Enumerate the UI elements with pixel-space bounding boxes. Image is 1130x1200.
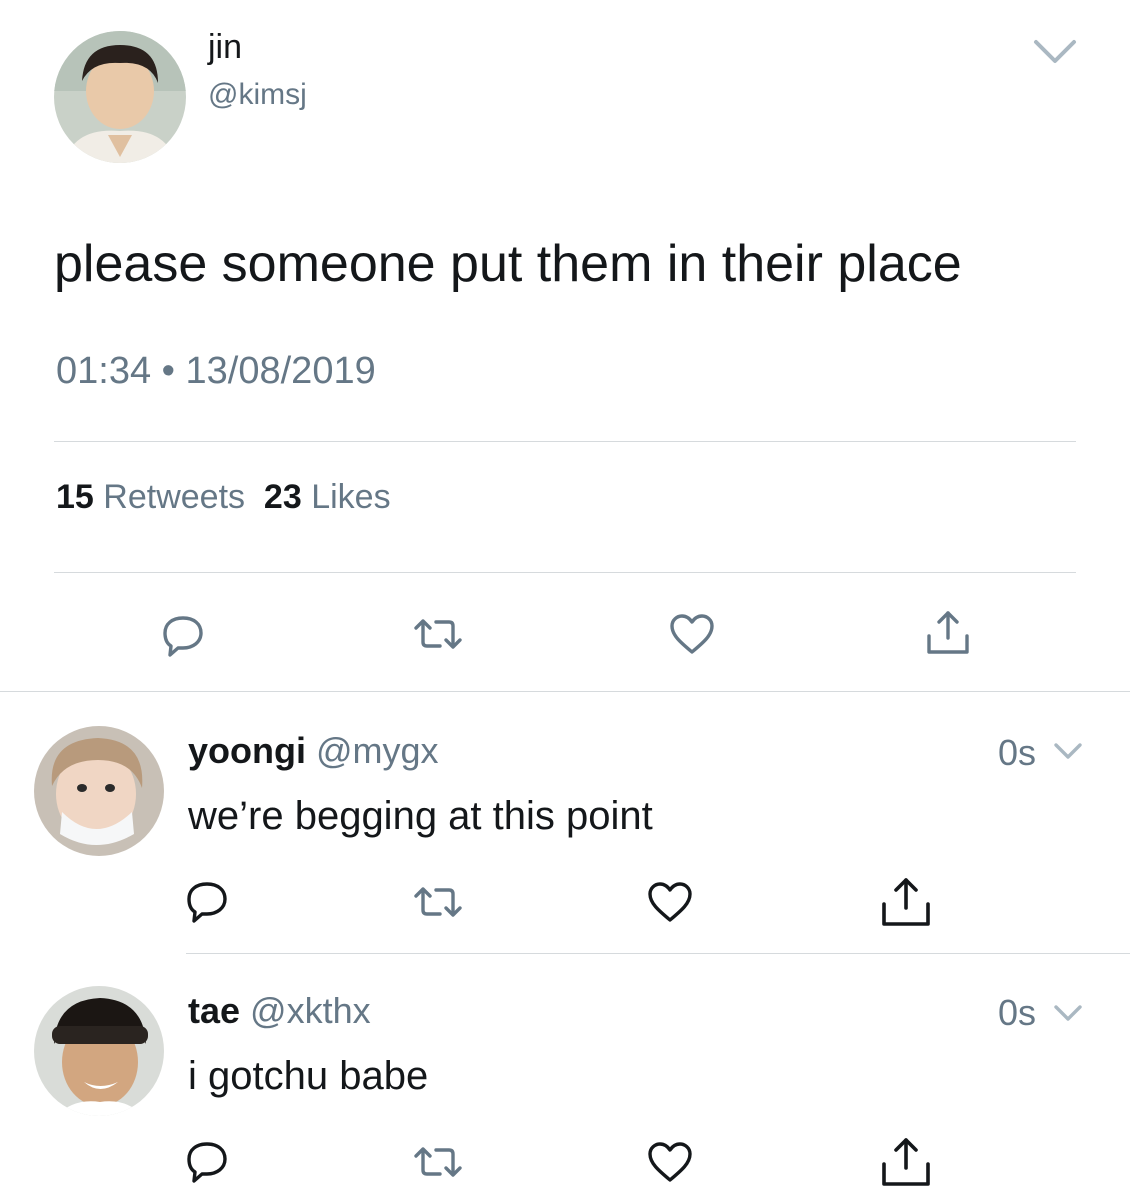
retweets-label: Retweets [103,478,246,516]
divider [54,572,1076,573]
main-handle[interactable]: @kimsj [208,78,307,112]
heart-icon[interactable] [646,1140,694,1184]
tweet-text: please someone put them in their place [54,235,962,293]
reply-display-name[interactable]: tae [188,990,240,1031]
reply-icon[interactable] [160,612,206,658]
reply-icon[interactable] [184,1138,230,1184]
reply-display-name[interactable]: yoongi [188,730,306,771]
likes-label: Likes [311,478,391,516]
divider [54,441,1076,442]
share-icon[interactable] [878,874,934,930]
main-avatar[interactable] [54,31,186,163]
reply-handle[interactable]: @mygx [316,730,439,771]
reply-avatar[interactable] [34,726,164,856]
tweet-time: 01:34 [56,350,152,392]
reply-text: i gotchu babe [188,1054,429,1098]
reply-avatar[interactable] [34,986,164,1116]
retweet-icon[interactable] [410,1142,466,1182]
retweet-icon[interactable] [410,614,466,654]
tweet-stats: 15 Retweets 23 Likes [56,478,391,517]
chevron-down-icon[interactable] [1030,34,1080,70]
reply-time: 0s [998,992,1037,1033]
timestamp-separator: • [161,350,175,392]
retweets-count: 15 [56,478,94,516]
retweets-stat[interactable]: 15 Retweets [56,478,245,516]
reply-handle[interactable]: @xkthx [250,990,371,1031]
chevron-down-icon[interactable] [1052,740,1084,762]
share-icon[interactable] [924,608,972,658]
main-display-name[interactable]: jin [208,28,242,67]
heart-icon[interactable] [646,880,694,924]
share-icon[interactable] [878,1134,934,1190]
reply-icon[interactable] [184,878,230,924]
likes-stat[interactable]: 23 Likes [264,478,391,516]
reply-author[interactable]: tae @xkthx [188,990,371,1032]
reply-time: 0s [998,732,1037,773]
divider [0,691,1130,692]
retweet-icon[interactable] [410,882,466,922]
reply-text: we’re begging at this point [188,794,653,838]
heart-icon[interactable] [668,612,716,656]
likes-count: 23 [263,478,302,516]
chevron-down-icon[interactable] [1052,1002,1084,1024]
divider [186,953,1130,954]
reply-author[interactable]: yoongi @mygx [188,730,439,772]
tweet-timestamp: 01:34 • 13/08/2019 [56,350,376,393]
tweet-date: 13/08/2019 [185,350,376,392]
